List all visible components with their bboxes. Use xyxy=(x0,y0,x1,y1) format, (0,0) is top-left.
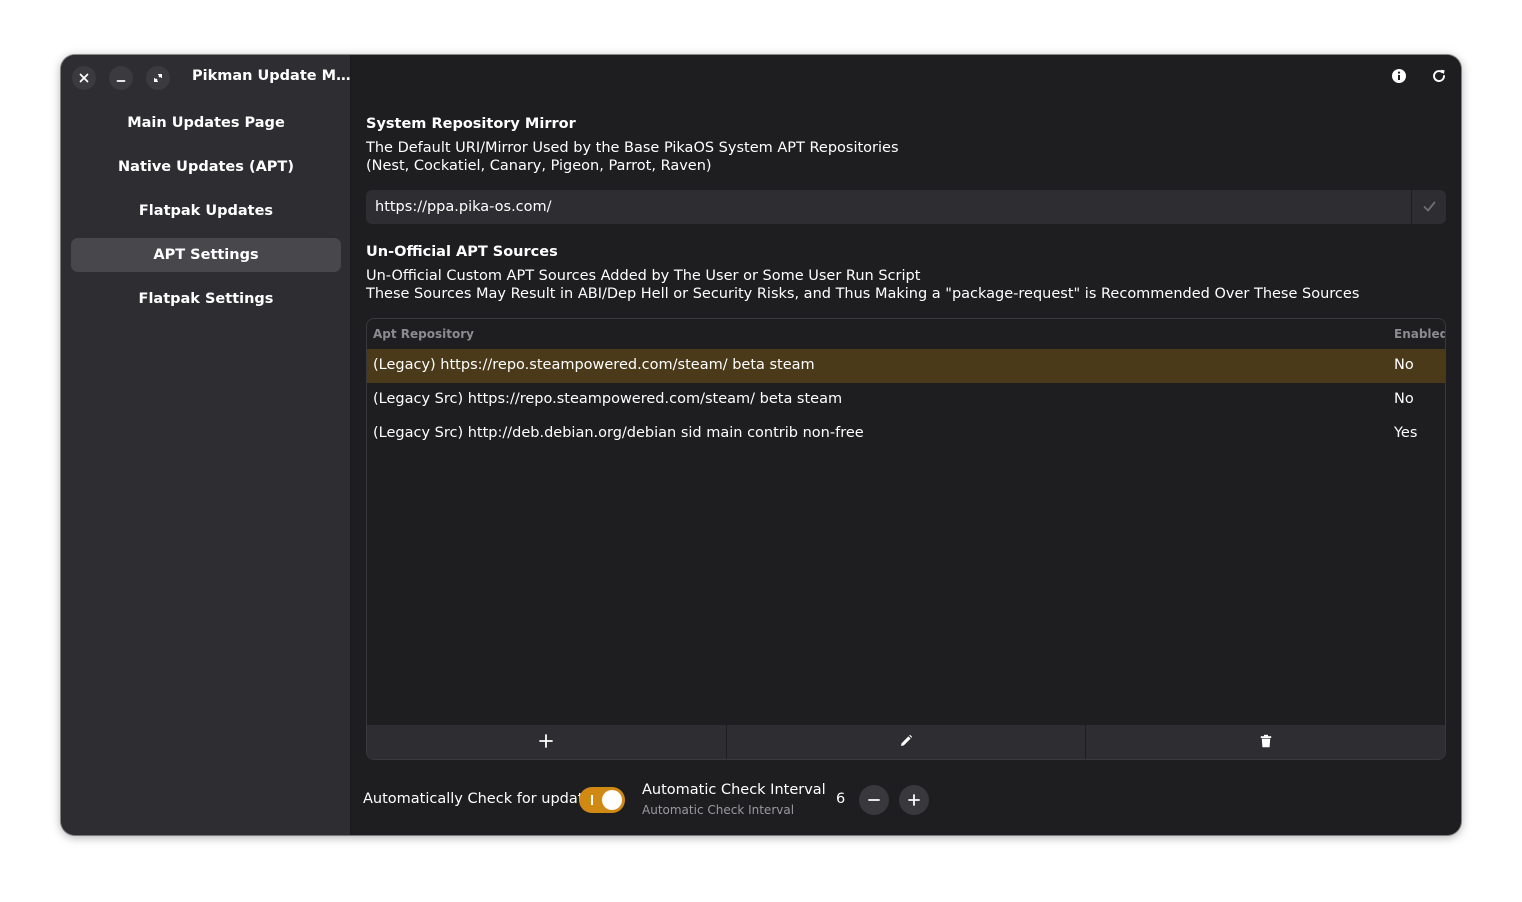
delete-source-button[interactable] xyxy=(1085,725,1445,759)
plus-icon xyxy=(908,791,920,810)
interval-title: Automatic Check Interval xyxy=(642,782,826,798)
table-row[interactable]: (Legacy Src) https://repo.steampowered.c… xyxy=(367,383,1445,417)
app-window: Pikman Update M… Main Updates Page Nativ… xyxy=(61,55,1461,835)
row-enabled: No xyxy=(1394,357,1414,373)
table-row[interactable]: (Legacy) https://repo.steampowered.com/s… xyxy=(367,349,1445,383)
table-row[interactable]: (Legacy Src) http://deb.debian.org/debia… xyxy=(367,417,1445,451)
mirror-description-line2: (Nest, Cockatiel, Canary, Pigeon, Parrot… xyxy=(366,158,712,174)
sidebar-item-label: Native Updates (APT) xyxy=(118,159,294,175)
row-enabled: No xyxy=(1394,391,1414,407)
mirror-entry xyxy=(366,190,1446,224)
sidebar-item-label: Main Updates Page xyxy=(127,115,285,131)
minimize-button[interactable] xyxy=(109,66,133,90)
app-title: Pikman Update M… xyxy=(192,68,351,84)
mirror-description-line1: The Default URI/Mirror Used by the Base … xyxy=(366,140,899,156)
edit-source-button[interactable] xyxy=(725,725,1086,759)
info-icon xyxy=(1391,68,1407,88)
plus-icon xyxy=(539,733,554,752)
sidebar-item-native-updates[interactable]: Native Updates (APT) xyxy=(71,150,341,184)
checkmark-icon xyxy=(1423,198,1436,217)
close-button[interactable] xyxy=(72,66,96,90)
mirror-apply-button[interactable] xyxy=(1411,190,1446,224)
column-header-repository[interactable]: Apt Repository xyxy=(373,327,474,341)
row-enabled: Yes xyxy=(1394,425,1418,441)
minimize-icon xyxy=(116,73,126,83)
sidebar-item-flatpak-settings[interactable]: Flatpak Settings xyxy=(71,282,341,316)
sidebar-header: Pikman Update M… xyxy=(61,55,351,101)
interval-subtitle: Automatic Check Interval xyxy=(642,803,795,817)
pencil-icon xyxy=(899,733,913,752)
unofficial-title: Un-Official APT Sources xyxy=(366,244,558,260)
main-content: System Repository Mirror The Default URI… xyxy=(351,55,1461,835)
sidebar-item-flatpak-updates[interactable]: Flatpak Updates xyxy=(71,194,341,228)
row-repository: (Legacy Src) http://deb.debian.org/debia… xyxy=(373,425,864,441)
interval-decrease-button[interactable] xyxy=(859,785,889,815)
unofficial-description-line2: These Sources May Result in ABI/Dep Hell… xyxy=(366,286,1360,302)
sidebar: Pikman Update M… Main Updates Page Nativ… xyxy=(61,55,351,835)
interval-increase-button[interactable] xyxy=(899,785,929,815)
auto-check-label: Automatically Check for updates xyxy=(363,791,600,807)
sidebar-item-label: Flatpak Settings xyxy=(138,291,274,307)
switch-knob xyxy=(602,790,622,810)
mirror-url-input[interactable] xyxy=(366,190,1412,224)
sidebar-item-label: APT Settings xyxy=(153,247,259,263)
column-header-enabled[interactable]: Enabled xyxy=(1394,327,1445,341)
sidebar-item-main-updates[interactable]: Main Updates Page xyxy=(71,106,341,140)
sidebar-nav: Main Updates Page Native Updates (APT) F… xyxy=(71,106,341,326)
sidebar-item-apt-settings[interactable]: APT Settings xyxy=(71,238,341,272)
about-button[interactable] xyxy=(1389,68,1409,88)
refresh-button[interactable] xyxy=(1429,68,1449,88)
unofficial-description-line1: Un-Official Custom APT Sources Added by … xyxy=(366,268,921,284)
maximize-icon xyxy=(153,73,163,83)
apt-sources-table: Apt Repository Enabled (Legacy) https://… xyxy=(366,318,1446,760)
trash-icon xyxy=(1259,733,1273,752)
refresh-icon xyxy=(1431,68,1447,88)
table-header: Apt Repository Enabled xyxy=(367,319,1445,349)
switch-on-mark xyxy=(591,795,593,805)
add-source-button[interactable] xyxy=(367,725,726,759)
row-repository: (Legacy) https://repo.steampowered.com/s… xyxy=(373,357,815,373)
minus-icon xyxy=(868,791,880,810)
row-repository: (Legacy Src) https://repo.steampowered.c… xyxy=(373,391,843,407)
sidebar-item-label: Flatpak Updates xyxy=(138,203,274,219)
close-icon xyxy=(79,73,89,83)
maximize-button[interactable] xyxy=(146,66,170,90)
interval-value: 6 xyxy=(836,791,846,807)
mirror-title: System Repository Mirror xyxy=(366,116,576,132)
auto-check-switch[interactable] xyxy=(579,787,625,813)
table-toolbar xyxy=(367,725,1445,759)
